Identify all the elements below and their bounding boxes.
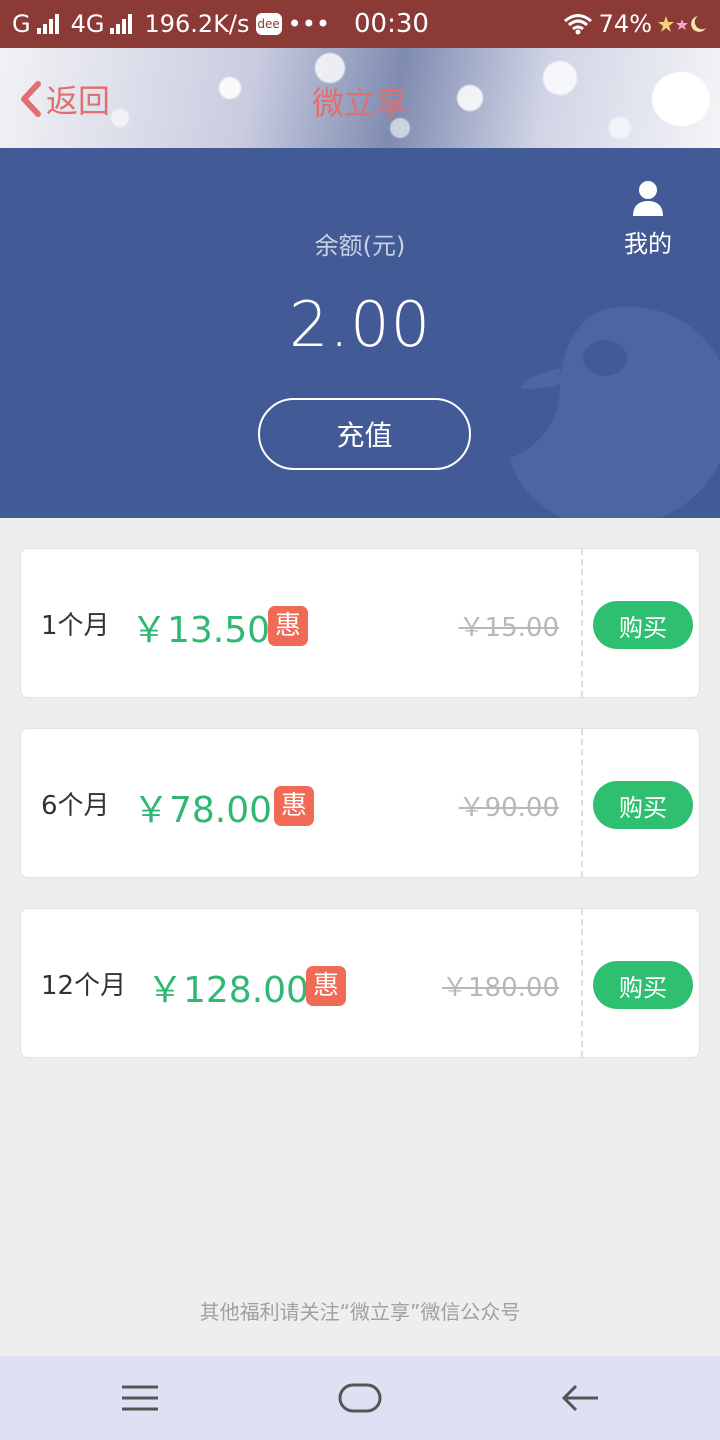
battery-level: 74% [598, 10, 652, 38]
original-price: ￥90.00 [458, 793, 559, 823]
discount-badge: 惠 [274, 786, 314, 826]
back-arrow-icon[interactable] [560, 1378, 600, 1418]
signal-icon [36, 14, 59, 34]
plan-card-12-months: 12个月 ￥128.00 惠 ￥180.00 购买 [20, 908, 700, 1058]
plan-duration: 1个月 [41, 611, 110, 641]
network-type: 4G [70, 10, 105, 38]
more-notifications-icon: ••• [287, 10, 330, 38]
plan-card-6-months: 6个月 ￥78.00 惠 ￥90.00 购买 [20, 728, 700, 878]
recharge-button[interactable]: 充值 [258, 398, 471, 470]
status-bar: G 4G 196.2K/s dee ••• 00:30 74% [0, 0, 720, 48]
plan-list: 1个月 ￥13.50 惠 ￥15.00 购买 6个月 ￥78.00 惠 ￥90.… [20, 548, 700, 1088]
original-price: ￥180.00 [442, 973, 559, 1003]
home-icon[interactable] [338, 1378, 382, 1418]
buy-button[interactable]: 购买 [593, 601, 693, 649]
signal-icon-2 [110, 14, 133, 34]
discount-badge: 惠 [306, 966, 346, 1006]
decorative-stars-icon [658, 16, 706, 32]
title-bar: 返回 微立享 [0, 48, 720, 148]
plan-divider [581, 549, 583, 697]
navigation-bar [0, 1356, 720, 1440]
menu-icon[interactable] [120, 1378, 160, 1418]
buy-button[interactable]: 购买 [593, 961, 693, 1009]
plan-price: ￥13.50 [131, 610, 271, 651]
balance-label: 余额(元) [314, 232, 406, 260]
plan-duration: 12个月 [41, 971, 127, 1001]
wifi-icon [563, 14, 592, 35]
buy-button[interactable]: 购买 [593, 781, 693, 829]
plan-price: ￥128.00 [147, 970, 309, 1011]
status-right: 74% [563, 10, 708, 38]
original-price: ￥15.00 [458, 613, 559, 643]
balance-panel: 我的 余额(元) 2.00 充值 [0, 148, 720, 518]
footer-note: 其他福利请关注“微立享”微信公众号 [199, 1300, 521, 1324]
discount-badge: 惠 [268, 606, 308, 646]
balance-value: 2.00 [288, 288, 432, 361]
plan-card-1-month: 1个月 ￥13.50 惠 ￥15.00 购买 [20, 548, 700, 698]
app-notification-icon: dee [255, 13, 282, 35]
user-icon [633, 181, 663, 216]
plan-price: ￥78.00 [133, 790, 273, 831]
plan-divider [581, 729, 583, 877]
status-left: G 4G 196.2K/s dee ••• 00:30 [12, 9, 563, 39]
plan-divider [581, 909, 583, 1057]
menu-circle-button[interactable] [652, 72, 710, 126]
page-title: 微立享 [311, 84, 408, 122]
carrier-label: G [12, 10, 31, 38]
plan-duration: 6个月 [41, 791, 110, 821]
network-speed: 196.2K/s [144, 10, 250, 38]
clock: 00:30 [354, 9, 429, 39]
